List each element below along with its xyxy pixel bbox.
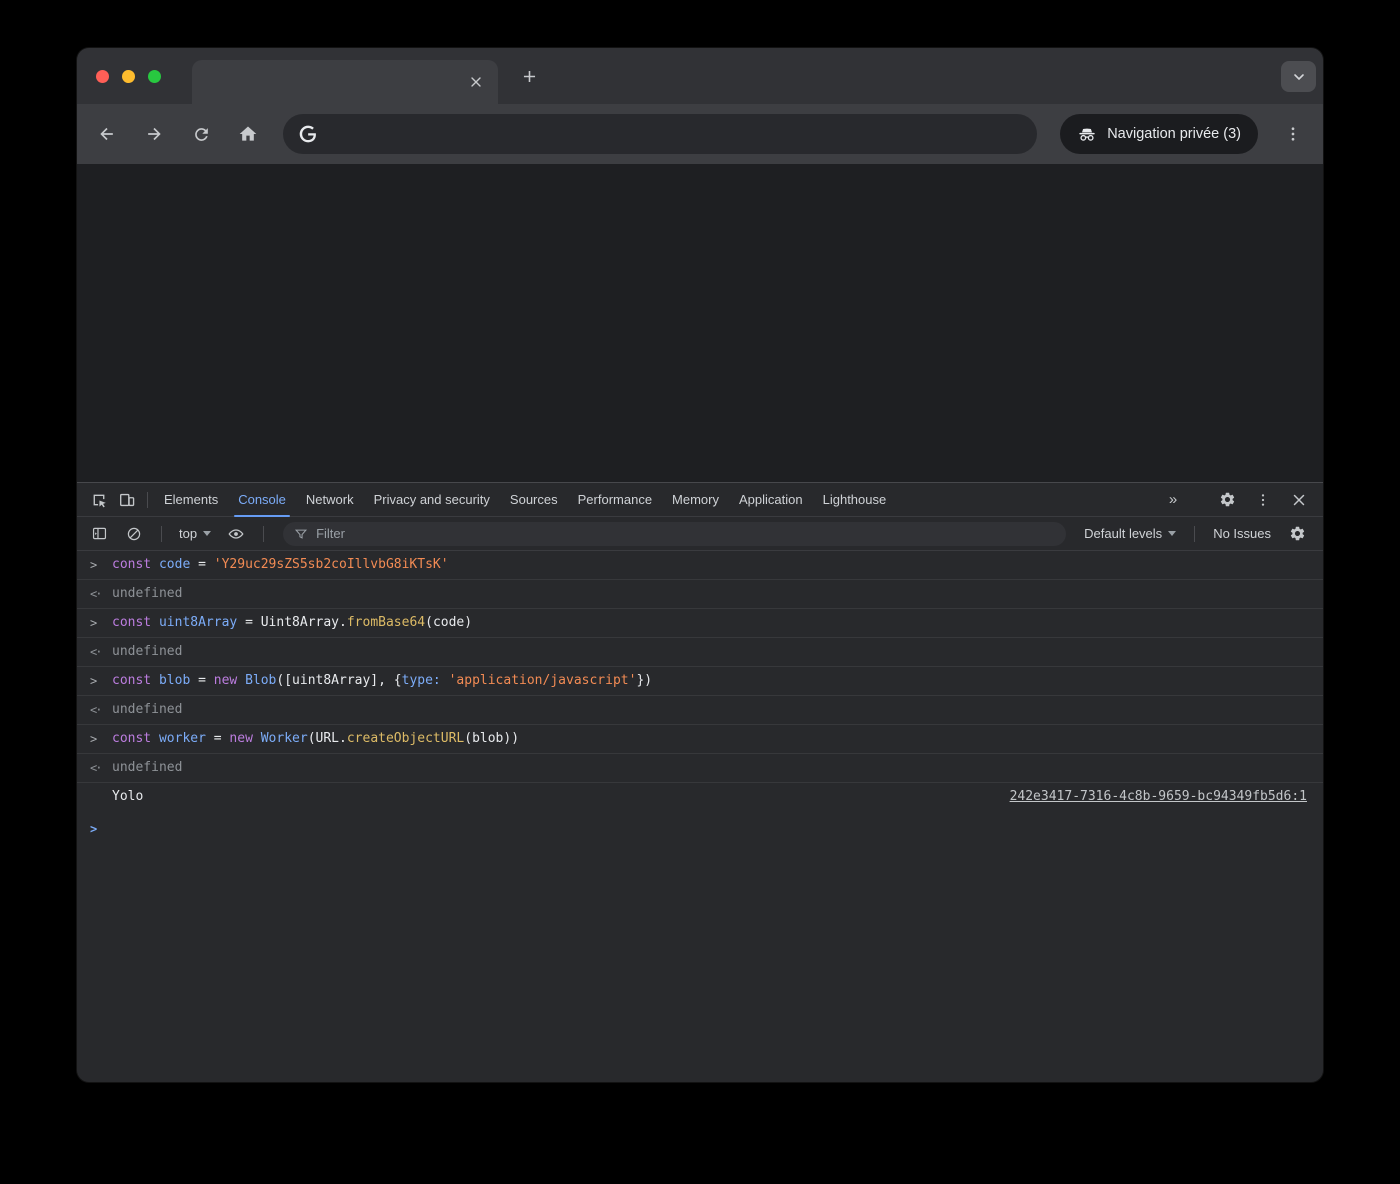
console-input-text: const code = 'Y29uc29sZS5sb2coIllvbG8iKT… <box>112 557 449 572</box>
console-input-row: > const uint8Array = Uint8Array.fromBase6… <box>77 609 1323 638</box>
console-input-text: const worker = new Worker(URL.createObje… <box>112 731 519 746</box>
console-input-text: const blob = new Blob([uint8Array], {typ… <box>112 673 652 688</box>
console-input-marker: > <box>90 556 97 574</box>
browser-tab[interactable] <box>192 60 498 104</box>
console-result-marker: <· <box>90 643 100 661</box>
tab-close-icon[interactable] <box>466 72 486 92</box>
address-input[interactable] <box>328 126 1022 142</box>
console-result-marker: <· <box>90 585 100 603</box>
devtools-tab-privacy-and-security[interactable]: Privacy and security <box>364 483 500 517</box>
new-tab-button[interactable] <box>511 58 547 94</box>
console-result-text: undefined <box>112 702 182 717</box>
console-messages: > const code = 'Y29uc29sZS5sb2coIllvbG8iK… <box>77 551 1323 825</box>
console-prompt-marker: > <box>90 820 97 838</box>
traffic-light-close[interactable] <box>96 70 109 83</box>
devtools-tab-performance[interactable]: Performance <box>568 483 662 517</box>
devtools-settings-icon[interactable] <box>1213 487 1241 513</box>
divider <box>263 526 264 542</box>
reload-icon[interactable] <box>183 116 219 152</box>
console-input-marker: > <box>90 614 97 632</box>
console-input-marker: > <box>90 672 97 690</box>
google-logo-icon <box>298 124 318 144</box>
traffic-lights <box>96 70 161 83</box>
console-result-row: <· undefined <box>77 580 1323 609</box>
context-selector[interactable]: top <box>175 526 215 541</box>
issues-label: No Issues <box>1213 526 1271 541</box>
console-result-marker: <· <box>90 701 100 719</box>
devtools-tab-memory[interactable]: Memory <box>662 483 729 517</box>
devtools-tab-console[interactable]: Console <box>228 483 296 517</box>
traffic-light-minimize[interactable] <box>122 70 135 83</box>
devtools-tab-lighthouse[interactable]: Lighthouse <box>813 483 897 517</box>
devtools-tab-network[interactable]: Network <box>296 483 364 517</box>
devtools-tabs: ElementsConsoleNetworkPrivacy and securi… <box>154 483 896 517</box>
console-source-link[interactable]: 242e3417-7316-4c8b-9659-bc94349fb5d6:1 <box>990 788 1307 806</box>
devtools-tab-sources[interactable]: Sources <box>500 483 568 517</box>
devtools-close-icon[interactable] <box>1285 487 1313 513</box>
context-selector-label: top <box>179 526 197 541</box>
home-icon[interactable] <box>230 116 266 152</box>
desktop-background: Navigation privée (3) <box>0 0 1400 1184</box>
browser-toolbar: Navigation privée (3) <box>77 104 1323 164</box>
console-input-text: const uint8Array = Uint8Array.fromBase64… <box>112 615 472 630</box>
browser-menu-icon[interactable] <box>1275 116 1311 152</box>
devtools-tab-elements[interactable]: Elements <box>154 483 228 517</box>
page-content <box>77 164 1323 482</box>
incognito-icon <box>1077 124 1097 144</box>
clear-console-icon[interactable] <box>120 521 148 547</box>
devtools-panel: ElementsConsoleNetworkPrivacy and securi… <box>77 482 1323 1082</box>
log-levels-dropdown[interactable]: Default levels <box>1079 526 1181 541</box>
console-result-text: undefined <box>112 586 182 601</box>
browser-window: Navigation privée (3) <box>77 48 1323 1082</box>
console-result-text: undefined <box>112 760 182 775</box>
divider <box>147 492 148 508</box>
traffic-light-maximize[interactable] <box>148 70 161 83</box>
console-sidebar-icon[interactable] <box>85 521 113 547</box>
console-input-row: > const worker = new Worker(URL.createObj… <box>77 725 1323 754</box>
console-input-marker: > <box>90 730 97 748</box>
console-toolbar: top <box>77 517 1323 551</box>
devtools-tab-bar: ElementsConsoleNetworkPrivacy and securi… <box>77 483 1323 517</box>
chevron-down-icon <box>203 531 211 536</box>
tab-strip <box>77 48 1323 104</box>
inspect-element-icon[interactable] <box>85 487 113 513</box>
console-settings-icon[interactable] <box>1283 521 1311 547</box>
device-toolbar-icon[interactable] <box>113 487 141 513</box>
console-result-row: <· undefined <box>77 696 1323 725</box>
console-result-row: <· undefined <box>77 754 1323 783</box>
address-bar[interactable] <box>283 114 1037 154</box>
divider <box>161 526 162 542</box>
console-prompt-row[interactable]: > <box>77 811 1323 825</box>
console-filter[interactable] <box>283 522 1066 546</box>
devtools-tab-application[interactable]: Application <box>729 483 813 517</box>
devtools-tabbar-actions: » <box>1159 487 1313 513</box>
console-result-text: undefined <box>112 644 182 659</box>
console-log-row: Yolo 242e3417-7316-4c8b-9659-bc94349fb5d6… <box>77 783 1323 811</box>
console-input-row: > const blob = new Blob([uint8Array], {ty… <box>77 667 1323 696</box>
console-result-row: <· undefined <box>77 638 1323 667</box>
console-log-text: Yolo <box>112 788 143 806</box>
tab-search-chevron-button[interactable] <box>1281 61 1316 92</box>
forward-icon[interactable] <box>136 116 172 152</box>
filter-input[interactable] <box>316 526 1055 541</box>
issues-counter[interactable]: No Issues <box>1208 526 1276 541</box>
back-icon[interactable] <box>89 116 125 152</box>
chevron-down-icon <box>1168 531 1176 536</box>
divider <box>1194 526 1195 542</box>
console-input-row: > const code = 'Y29uc29sZS5sb2coIllvbG8iK… <box>77 551 1323 580</box>
live-expression-eye-icon[interactable] <box>222 521 250 547</box>
incognito-badge[interactable]: Navigation privée (3) <box>1060 114 1258 154</box>
incognito-label: Navigation privée (3) <box>1107 126 1241 142</box>
log-levels-label: Default levels <box>1084 526 1162 541</box>
more-tabs-icon[interactable]: » <box>1159 487 1187 513</box>
console-result-marker: <· <box>90 759 100 777</box>
filter-funnel-icon <box>294 527 308 541</box>
devtools-menu-icon[interactable] <box>1249 487 1277 513</box>
